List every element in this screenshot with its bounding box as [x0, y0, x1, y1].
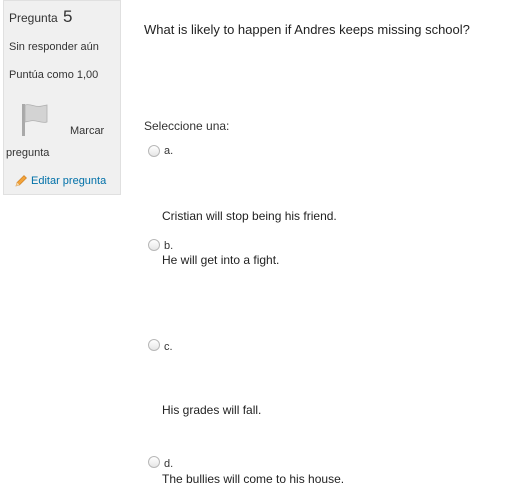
edit-question-label[interactable]: Editar pregunta — [31, 175, 106, 187]
answer-radio-b[interactable] — [148, 239, 160, 251]
answer-radio-a[interactable] — [148, 145, 160, 157]
question-number: Pregunta 5 — [9, 7, 73, 27]
question-number-value: 5 — [63, 7, 73, 26]
answer-text-b[interactable]: He will get into a fight. — [162, 253, 279, 267]
edit-question-link[interactable]: Editar pregunta — [14, 174, 106, 188]
question-label: Pregunta — [9, 11, 58, 25]
flag-label-line1[interactable]: Marcar — [70, 125, 104, 137]
answer-letter-b[interactable]: b. — [164, 240, 173, 252]
answer-text-a[interactable]: Cristian will stop being his friend. — [162, 209, 337, 223]
answer-radio-d[interactable] — [148, 456, 160, 468]
answer-text-d[interactable]: The bullies will come to his house. — [162, 472, 344, 486]
answer-letter-c[interactable]: c. — [164, 341, 173, 353]
question-text: What is likely to happen if Andres keeps… — [144, 22, 470, 37]
answer-prompt: Seleccione una: — [144, 119, 230, 133]
answer-radio-c[interactable] — [148, 339, 160, 351]
flag-label-line2[interactable]: pregunta — [6, 147, 49, 159]
answer-letter-d[interactable]: d. — [164, 458, 173, 470]
question-info-panel: Pregunta 5 Sin responder aún Puntúa como… — [3, 0, 121, 195]
question-grade: Puntúa como 1,00 — [9, 69, 99, 81]
answer-letter-a[interactable]: a. — [164, 145, 173, 157]
answer-text-c[interactable]: His grades will fall. — [162, 403, 261, 417]
flag-question-button[interactable]: Marcar pregunta — [4, 95, 122, 165]
question-state: Sin responder aún — [9, 41, 99, 53]
flag-icon[interactable] — [20, 103, 50, 137]
pencil-icon[interactable] — [14, 174, 28, 188]
